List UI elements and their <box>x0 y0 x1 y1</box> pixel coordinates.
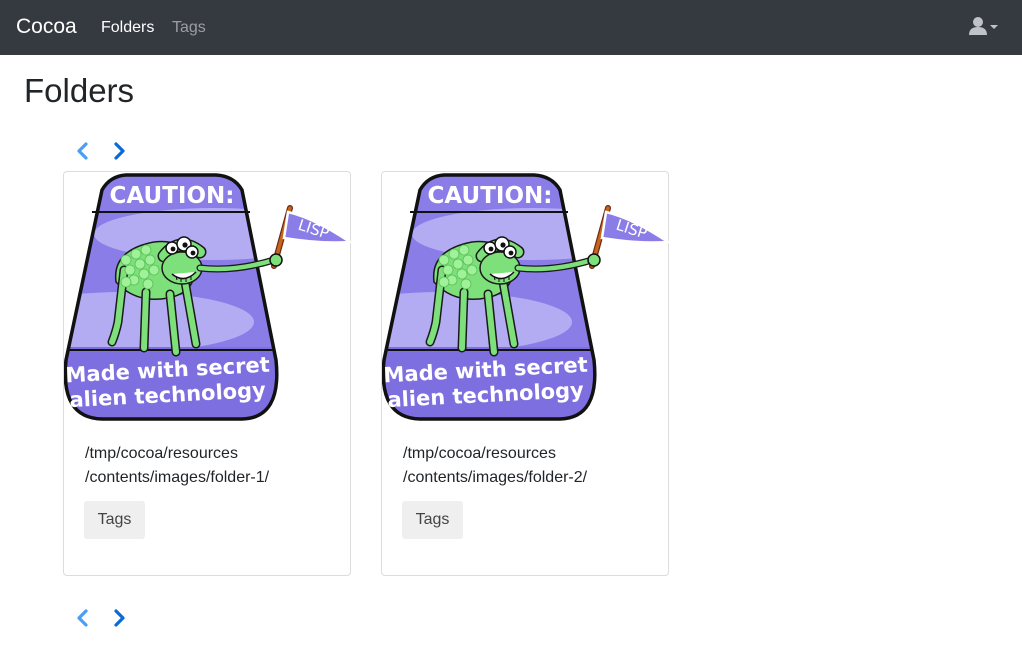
tags-button[interactable]: Tags <box>402 501 463 539</box>
user-menu-dropdown[interactable] <box>968 16 1002 38</box>
svg-text:CAUTION:: CAUTION: <box>110 183 235 209</box>
folder-path-line: /contents/images/folder-1/ <box>85 469 270 486</box>
folder-thumbnail[interactable]: CAUTION: LISP Made with secret alien tec… <box>382 172 670 424</box>
nav-link-tags[interactable]: Tags <box>172 18 206 38</box>
nav-link-folders[interactable]: Folders <box>101 18 154 38</box>
folder-path-line: /tmp/cocoa/resources <box>403 445 556 462</box>
chevron-left-icon[interactable] <box>74 607 94 629</box>
svg-text:CAUTION:: CAUTION: <box>428 183 553 209</box>
folder-card[interactable]: CAUTION: LISP Made with secret alien tec… <box>381 171 670 576</box>
pagination-top <box>74 140 134 162</box>
pagination-bottom <box>74 607 134 629</box>
chevron-left-icon[interactable] <box>74 140 94 162</box>
user-icon <box>969 17 987 35</box>
folder-path: /tmp/cocoa/resources /contents/images/fo… <box>85 442 335 490</box>
folder-path: /tmp/cocoa/resources /contents/images/fo… <box>403 442 653 490</box>
navbar-brand[interactable]: Cocoa <box>16 14 77 40</box>
caret-down-icon <box>990 25 998 29</box>
chevron-right-icon[interactable] <box>110 607 130 629</box>
folder-path-line: /tmp/cocoa/resources <box>85 445 238 462</box>
folder-thumbnail[interactable]: CAUTION: LISP Made with secret alien tec… <box>64 172 352 424</box>
folder-path-line: /contents/images/folder-2/ <box>403 469 588 486</box>
page-title: Folders <box>24 72 135 109</box>
top-navbar: Cocoa Folders Tags <box>0 0 1022 55</box>
tags-button[interactable]: Tags <box>84 501 145 539</box>
folder-card[interactable]: CAUTION: LISP Made with secret alien tec… <box>63 171 352 576</box>
chevron-right-icon[interactable] <box>110 140 130 162</box>
